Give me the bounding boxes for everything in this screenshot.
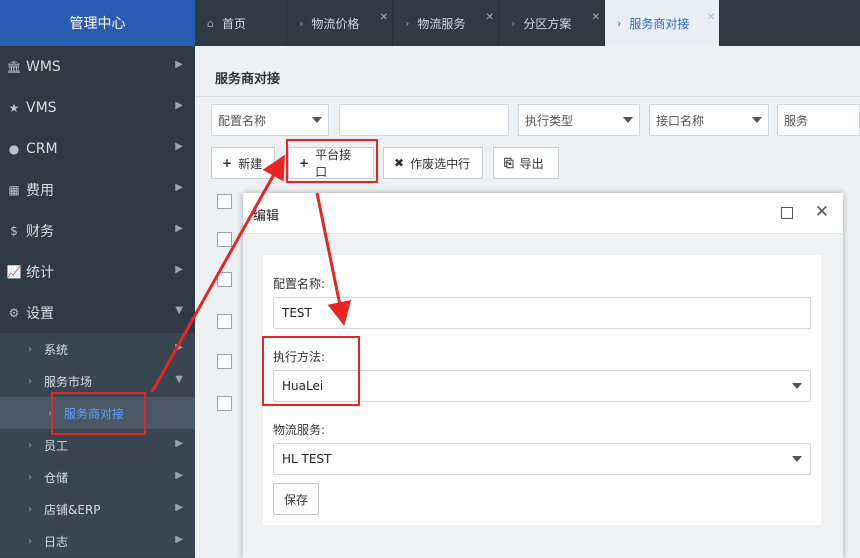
arrow-to-platform-api bbox=[150, 154, 285, 393]
annotation-arrows bbox=[150, 154, 352, 393]
arrow-to-exec-method bbox=[315, 192, 352, 326]
